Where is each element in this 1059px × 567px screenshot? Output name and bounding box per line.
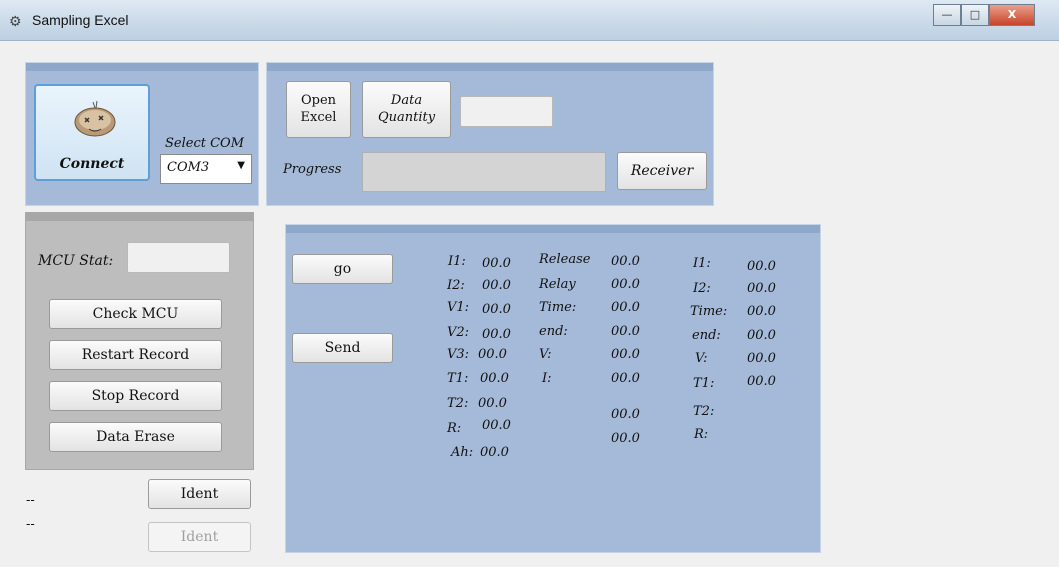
- restart-record-button[interactable]: Restart Record: [49, 340, 222, 370]
- chevron-down-icon: ▼: [237, 160, 245, 171]
- quantity-field[interactable]: [460, 96, 553, 127]
- reading-label: T1:: [693, 376, 715, 391]
- reading-label: T1:: [447, 371, 469, 386]
- reading-value: 00.0: [478, 396, 507, 411]
- app-icon: ⚙: [9, 14, 22, 30]
- reading-value: 00.0: [611, 300, 640, 315]
- reading-label: V1:: [447, 300, 470, 315]
- reading-label: end:: [692, 328, 721, 343]
- reading-label: V:: [695, 351, 708, 366]
- reading-value: 00.0: [482, 256, 511, 271]
- reading-value: 00.0: [480, 445, 509, 460]
- receiver-button[interactable]: Receiver: [617, 152, 707, 190]
- reading-label: V2:: [447, 325, 470, 340]
- panel-strip: [26, 63, 258, 71]
- open-excel-button[interactable]: Open Excel: [286, 81, 351, 138]
- reading-label: I2:: [447, 278, 465, 293]
- reading-label: V3:: [447, 347, 470, 362]
- com-value: COM3: [167, 160, 210, 175]
- check-mcu-button[interactable]: Check MCU: [49, 299, 222, 329]
- window-controls: — □ X: [933, 4, 1035, 26]
- reading-label: Relay: [539, 277, 576, 292]
- reading-label: R:: [694, 427, 709, 442]
- reading-value: 00.0: [747, 351, 776, 366]
- send-button[interactable]: Send: [292, 333, 393, 363]
- close-button[interactable]: X: [989, 4, 1035, 26]
- stop-record-button[interactable]: Stop Record: [49, 381, 222, 411]
- reading-value: 00.0: [611, 407, 640, 422]
- reading-value: 00.0: [611, 347, 640, 362]
- reading-label: I1:: [448, 254, 466, 269]
- reading-label: T2:: [693, 404, 715, 419]
- reading-label: end:: [539, 324, 568, 339]
- panel-strip: [286, 225, 820, 233]
- reading-label: T2:: [447, 396, 469, 411]
- com-select[interactable]: COM3 ▼: [160, 154, 252, 184]
- ident-button[interactable]: Ident: [148, 479, 251, 509]
- ident-status-1: --: [26, 493, 35, 508]
- reading-value: 00.0: [747, 304, 776, 319]
- progress-bar: [362, 152, 606, 192]
- data-quantity-label-2: Quantity: [377, 110, 436, 125]
- reading-label: I1:: [693, 256, 711, 271]
- open-excel-label-2: Excel: [300, 110, 337, 125]
- reading-label: I2:: [693, 281, 711, 296]
- reading-label: Time:: [690, 304, 728, 319]
- reading-value: 00.0: [482, 418, 511, 433]
- reading-value: 00.0: [747, 281, 776, 296]
- mcu-stat-label: MCU Stat:: [38, 253, 114, 269]
- reading-label: Ah:: [451, 445, 474, 460]
- connect-button[interactable]: Connect: [34, 84, 150, 181]
- reading-value: 00.0: [482, 302, 511, 317]
- open-excel-label-1: Open: [300, 93, 337, 108]
- reading-value: 00.0: [611, 324, 640, 339]
- panel-strip: [267, 63, 713, 71]
- progress-label: Progress: [283, 162, 342, 177]
- window-title: Sampling Excel: [32, 12, 129, 28]
- panel-strip: [26, 213, 253, 221]
- data-quantity-button[interactable]: Data Quantity: [362, 81, 451, 138]
- reading-label: V:: [539, 347, 552, 362]
- minimize-button[interactable]: —: [933, 4, 961, 26]
- reading-label: R:: [447, 421, 462, 436]
- reading-label: Release: [539, 252, 591, 267]
- reading-value: 00.0: [482, 327, 511, 342]
- reading-value: 00.0: [611, 371, 640, 386]
- reading-value: 00.0: [478, 347, 507, 362]
- reading-label: I:: [542, 371, 552, 386]
- reading-value: 00.0: [611, 277, 640, 292]
- reading-value: 00.0: [747, 259, 776, 274]
- ident-button-disabled: Ident: [148, 522, 251, 552]
- reading-value: 00.0: [747, 374, 776, 389]
- mcu-stat-field: [127, 242, 230, 273]
- ident-status-2: --: [26, 517, 35, 532]
- select-com-label: Select COM: [165, 136, 245, 151]
- skull-icon: [74, 100, 116, 137]
- reading-value: 00.0: [747, 328, 776, 343]
- go-button[interactable]: go: [292, 254, 393, 284]
- reading-value: 00.0: [611, 431, 640, 446]
- reading-value: 00.0: [480, 371, 509, 386]
- data-erase-button[interactable]: Data Erase: [49, 422, 222, 452]
- connect-label: Connect: [59, 156, 125, 172]
- reading-label: Time:: [539, 300, 577, 315]
- maximize-button[interactable]: □: [961, 4, 989, 26]
- title-bar: ⚙ Sampling Excel — □ X: [0, 0, 1059, 41]
- data-quantity-label-1: Data: [390, 93, 423, 108]
- reading-value: 00.0: [482, 278, 511, 293]
- reading-value: 00.0: [611, 254, 640, 269]
